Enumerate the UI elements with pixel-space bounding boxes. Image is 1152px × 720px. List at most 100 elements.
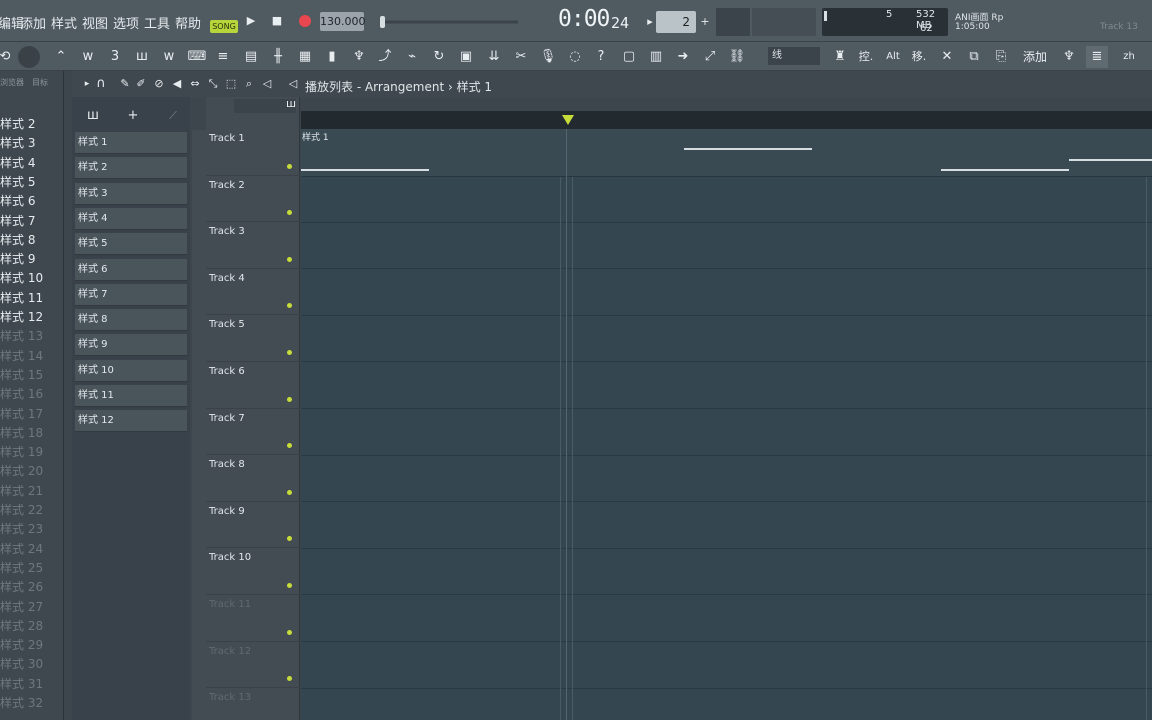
pattern-list-slot[interactable]	[752, 8, 816, 36]
browser-item[interactable]: 样式 7	[0, 212, 35, 229]
timeline-ruler[interactable]	[301, 111, 1152, 129]
track-header[interactable]: Track 2	[206, 176, 300, 223]
track-name[interactable]: Track 11	[209, 599, 251, 610]
pattern-item[interactable]: 样式 3	[75, 182, 187, 205]
snapshot-slot[interactable]	[716, 8, 750, 36]
track-active-indicator[interactable]	[287, 163, 292, 169]
browser-item[interactable]: 样式 3	[0, 134, 35, 151]
browser-item[interactable]: 样式 24	[0, 540, 43, 557]
track-header[interactable]: Track 9	[206, 502, 300, 549]
playlist-grid[interactable]	[301, 111, 1152, 720]
browser-item[interactable]: 样式 17	[0, 405, 43, 422]
picker-scrollbar[interactable]	[192, 130, 206, 720]
playback-icon[interactable]: ◁	[256, 73, 278, 95]
track-active-indicator[interactable]	[287, 582, 292, 588]
browser-item[interactable]: 样式 16	[0, 385, 43, 402]
pattern-item[interactable]: 样式 10	[75, 359, 187, 382]
pattern-item[interactable]: 样式 7	[75, 283, 187, 306]
pattern-item[interactable]: 样式 6	[75, 258, 187, 281]
piano-icon[interactable]: ш	[82, 105, 104, 127]
output-icon[interactable]: ⤴	[374, 46, 396, 68]
browser-item[interactable]: 样式 23	[0, 520, 43, 537]
track-header[interactable]: Track 11	[206, 595, 300, 642]
menu-patterns[interactable]: 样式	[51, 13, 77, 32]
list-icon[interactable]: ≣	[1086, 46, 1108, 68]
browser-item[interactable]: 样式 31	[0, 675, 43, 692]
clip-row[interactable]: 样式 1	[301, 129, 1152, 177]
cut-icon[interactable]: ✂	[510, 46, 532, 68]
help-icon[interactable]: ?	[590, 46, 612, 68]
menu-options[interactable]: 选项	[113, 13, 139, 32]
track-name[interactable]: Track 2	[209, 180, 245, 191]
arrow-right-icon[interactable]: ➜	[672, 46, 694, 68]
piano-roll-icon[interactable]: ▦	[294, 46, 316, 68]
browser-item[interactable]: 样式 28	[0, 617, 43, 634]
browser-item[interactable]: 样式 29	[0, 636, 43, 653]
browser-item[interactable]: 样式 21	[0, 482, 43, 499]
wait-input-icon[interactable]: w	[77, 46, 99, 68]
copy-icon[interactable]: ⧉	[963, 46, 985, 68]
browser-item[interactable]: 样式 18	[0, 424, 43, 441]
pattern-selector[interactable]: 2	[656, 11, 696, 33]
track-active-indicator[interactable]	[287, 489, 292, 495]
chain-icon[interactable]: ⛓	[726, 46, 748, 68]
paste-icon[interactable]: ⎘	[990, 46, 1012, 68]
track-name[interactable]: Track 1	[209, 133, 245, 144]
browser-item[interactable]: 样式 2	[0, 115, 35, 132]
browser-icon[interactable]: ▮	[321, 46, 343, 68]
undo-icon[interactable]: ⟲	[0, 46, 16, 68]
master-volume-knob[interactable]	[18, 46, 40, 68]
track-name[interactable]: Track 12	[209, 646, 251, 657]
browser-item[interactable]: 样式 27	[0, 598, 43, 615]
browser-item[interactable]: 样式 4	[0, 154, 35, 171]
countdown-icon[interactable]: 3	[104, 46, 126, 68]
track-active-indicator[interactable]	[287, 536, 292, 542]
track-active-indicator[interactable]	[287, 676, 292, 682]
snap-select[interactable]: 线	[768, 47, 820, 65]
track-active-indicator[interactable]	[287, 396, 292, 402]
tempo-display[interactable]: 130.000	[320, 12, 366, 31]
playhead-marker[interactable]	[561, 114, 575, 126]
tuning-fork-icon[interactable]: ♆	[1058, 46, 1080, 68]
pattern-item[interactable]: 样式 11	[75, 385, 187, 407]
metronome-icon[interactable]: ⌃	[50, 46, 72, 68]
browser-item[interactable]: 样式 32	[0, 694, 43, 711]
pattern-add-icon[interactable]: +	[698, 15, 712, 29]
browser-item[interactable]: 样式 14	[0, 347, 43, 364]
pattern-item[interactable]: 样式 5	[75, 233, 187, 256]
blend-icon[interactable]: w	[158, 46, 180, 68]
step-edit-icon[interactable]: ш	[131, 46, 153, 68]
track-name[interactable]: Track 8	[209, 459, 245, 470]
clip-label[interactable]: 样式 1	[302, 130, 329, 143]
browser-item[interactable]: 样式 8	[0, 231, 35, 248]
browser-item[interactable]: 样式 15	[0, 366, 43, 383]
pattern-item[interactable]: 样式 9	[75, 334, 187, 357]
menu-help[interactable]: 帮助	[175, 13, 201, 32]
track-name[interactable]: Track 3	[209, 226, 245, 237]
keyboard-icon[interactable]: ▥	[645, 46, 667, 68]
browser-item[interactable]: 样式 26	[0, 578, 43, 595]
window-icon[interactable]: ▢	[618, 46, 640, 68]
track-name[interactable]: Track 7	[209, 413, 245, 424]
playlist-icon[interactable]: ≡	[212, 46, 234, 68]
track-active-indicator[interactable]	[287, 303, 292, 309]
track-name[interactable]: Track 6	[209, 366, 245, 377]
track-header[interactable]: Track 1	[206, 129, 300, 176]
stop-icon[interactable]: ■	[270, 14, 284, 28]
magnet-icon[interactable]: ∩	[90, 73, 112, 95]
pattern-prev-icon[interactable]: ▸	[643, 15, 657, 29]
play-icon[interactable]: ▶	[244, 14, 258, 28]
track-header[interactable]: Track 8	[206, 455, 300, 502]
track-header[interactable]: Track 5	[206, 315, 300, 362]
track-name[interactable]: Track 9	[209, 506, 245, 517]
move-button[interactable]: 移.	[908, 46, 930, 68]
track-name[interactable]: Track 4	[209, 273, 245, 284]
pattern-item[interactable]: 样式 4	[75, 207, 187, 230]
track-header[interactable]: Track 10	[206, 548, 300, 595]
add-pattern-icon[interactable]: +	[122, 105, 144, 127]
browser-item[interactable]: 样式 5	[0, 173, 35, 190]
track-active-indicator[interactable]	[287, 443, 292, 449]
add-button[interactable]: 添加	[1018, 46, 1052, 68]
track-active-indicator[interactable]	[287, 210, 292, 216]
master-pitch-slider[interactable]	[378, 14, 520, 30]
